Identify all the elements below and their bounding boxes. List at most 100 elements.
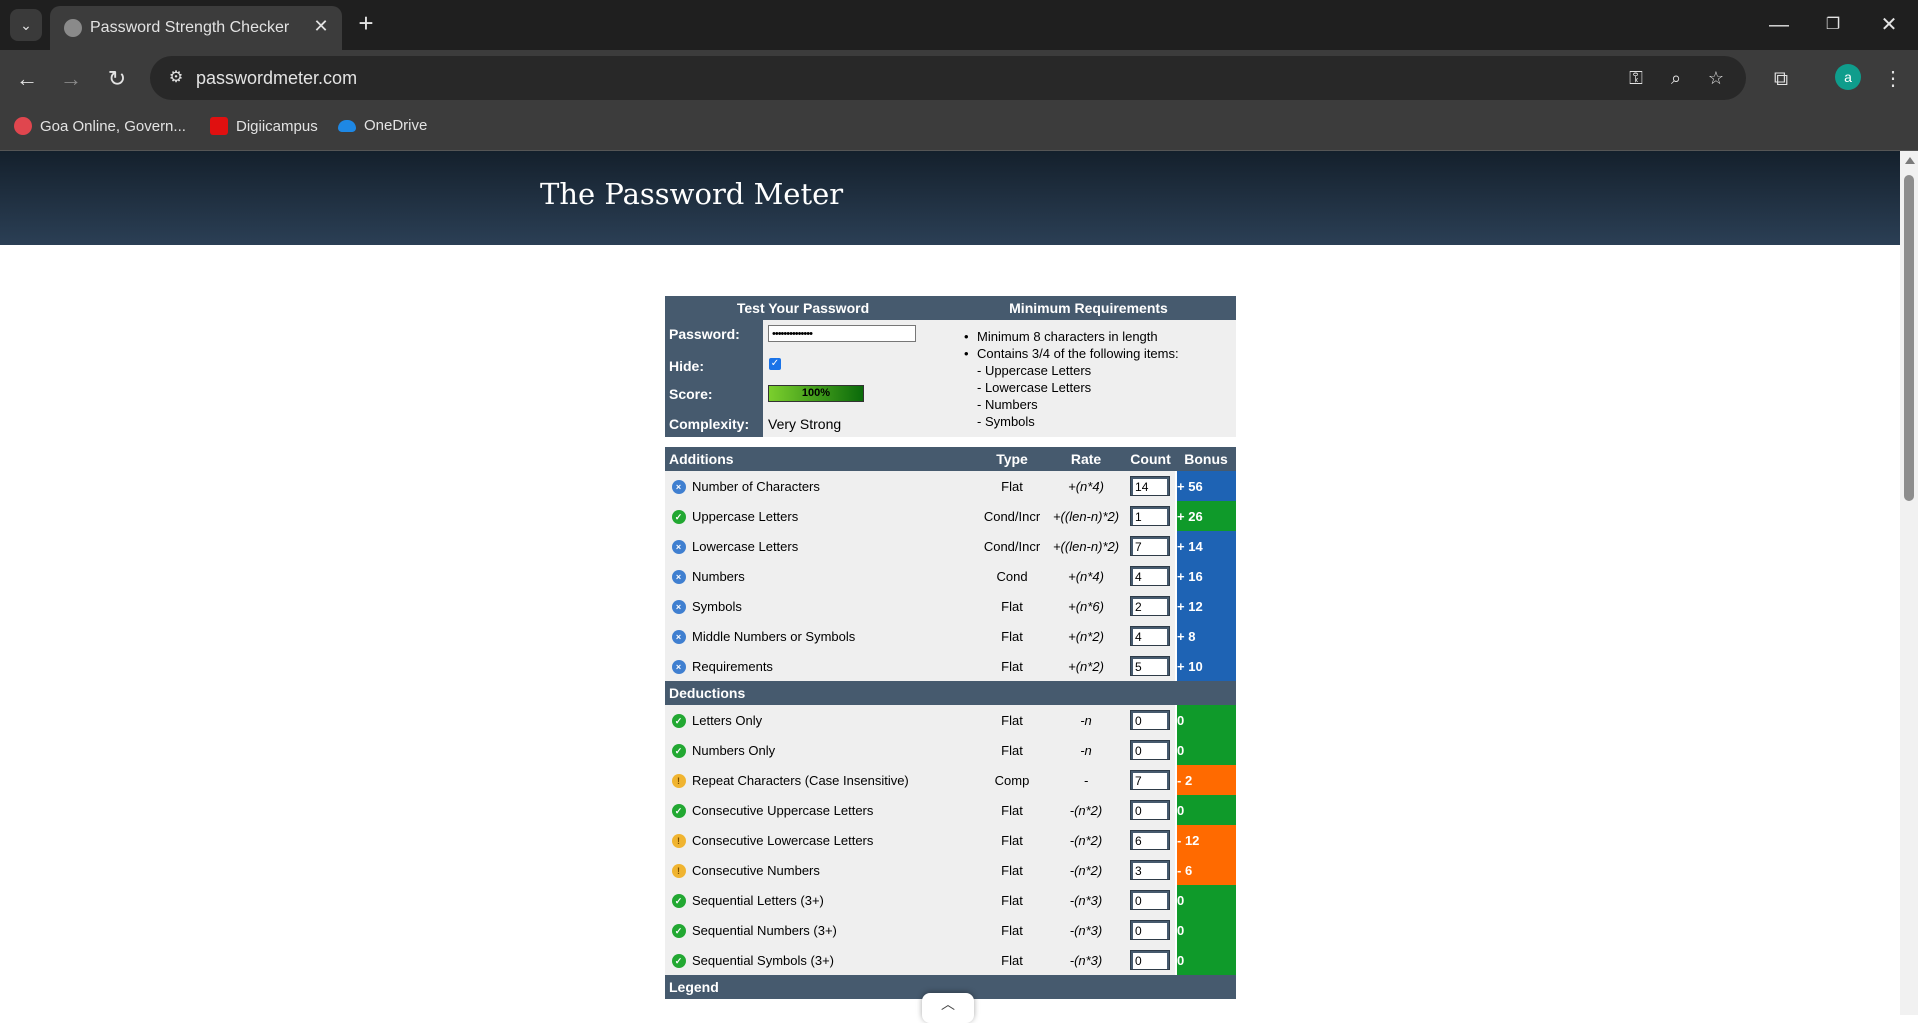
vertical-scrollbar[interactable] (1900, 151, 1918, 1015)
column-bonus: Bonus (1176, 447, 1237, 471)
row-name: Repeat Characters (Case Insensitive) (692, 765, 977, 795)
password-label: Password: (669, 326, 740, 342)
forward-button[interactable]: → (54, 62, 88, 96)
back-button[interactable]: ← (10, 62, 44, 96)
row-name: Symbols (692, 591, 978, 621)
count-value: 0 (1133, 953, 1167, 969)
count-cell: 0 (1125, 795, 1176, 825)
count-cell: 0 (1125, 915, 1176, 945)
additions-header-row: Additions Type Rate Count Bonus (665, 447, 1237, 471)
requirements-list: Minimum 8 characters in length Contains … (961, 328, 1179, 430)
bookmark-digiicampus[interactable]: Digiicampus (210, 117, 318, 135)
avatar[interactable]: a (1835, 64, 1861, 90)
minimize-button[interactable]: — (1756, 8, 1802, 42)
table-row: ✓ Sequential Letters (3+) Flat -(n*3) 0 0 (665, 885, 1237, 915)
check-icon: ✓ (671, 713, 686, 728)
menu-icon[interactable]: ⋮ (1876, 62, 1910, 96)
count-cell: 0 (1125, 945, 1176, 975)
row-rate: -(n*3) (1047, 885, 1125, 915)
row-rate: +(n*4) (1047, 471, 1126, 501)
count-cell: 0 (1125, 705, 1176, 735)
row-rate: +((len-n)*2) (1047, 501, 1126, 531)
key-icon[interactable]: ⚿ (1622, 64, 1650, 92)
warn-icon: ! (671, 773, 686, 788)
zoom-icon[interactable]: ⌕ (1662, 64, 1690, 92)
column-type: Type (977, 447, 1048, 471)
tab-search-button[interactable]: ⌄ (10, 9, 42, 41)
active-tab[interactable]: Password Strength Checker ✕ (50, 6, 342, 50)
tab-title: Password Strength Checker (90, 19, 290, 36)
reload-button[interactable]: ↻ (100, 62, 134, 96)
table-row: ! Consecutive Lowercase Letters Flat -(n*2)… (665, 825, 1237, 855)
status-cell: × (665, 471, 692, 501)
extensions-icon[interactable]: ⧉ (1764, 62, 1798, 96)
close-tab-icon[interactable]: ✕ (310, 16, 332, 37)
row-type: Flat (977, 591, 1048, 621)
row-rate: -(n*2) (1047, 855, 1125, 885)
bookmark-onedrive[interactable]: OneDrive (338, 117, 427, 134)
row-type: Flat (977, 915, 1047, 945)
requirement-subitem: - Uppercase Letters (977, 363, 1092, 378)
password-meter: Test Your Password Minimum Requirements … (665, 296, 1237, 999)
count-value: 0 (1133, 893, 1167, 909)
row-rate: -n (1047, 705, 1125, 735)
row-name: Consecutive Uppercase Letters (692, 795, 977, 825)
password-input[interactable]: •••••••••••••• (768, 325, 916, 342)
bonus-cell: + 14 (1175, 531, 1237, 561)
site-info-icon[interactable]: ⚙ (162, 64, 190, 92)
count-box: 5 (1130, 656, 1171, 676)
star-icon[interactable]: ☆ (1702, 64, 1730, 92)
page-title: The Password Meter (540, 177, 844, 211)
status-cell: × (665, 531, 692, 561)
requirement-subitem: - Lowercase Letters (977, 380, 1092, 395)
count-value: 7 (1133, 773, 1167, 789)
restore-button[interactable]: ❐ (1810, 8, 1856, 42)
test-header: Test Your Password (665, 296, 941, 320)
scrollbar-thumb[interactable] (1904, 175, 1914, 501)
row-type: Comp (977, 765, 1047, 795)
hide-checkbox[interactable]: ✓ (769, 358, 781, 370)
bookmark-goa-online[interactable]: Goa Online, Govern... (14, 117, 186, 135)
table-row: ✓ Uppercase Letters Cond/Incr +((len-n)*2) 1… (665, 501, 1237, 531)
row-name: Sequential Letters (3+) (692, 885, 977, 915)
count-box: 14 (1130, 476, 1171, 496)
url-text[interactable]: passwordmeter.com (196, 68, 357, 89)
count-value: 0 (1133, 743, 1167, 759)
count-value: 4 (1133, 629, 1168, 645)
new-tab-button[interactable]: + (352, 10, 380, 38)
count-box: 4 (1130, 566, 1171, 586)
row-rate: -(n*3) (1047, 945, 1125, 975)
status-cell: ✓ (665, 915, 692, 945)
additions-table: Additions Type Rate Count Bonus × Number … (665, 447, 1237, 681)
row-name: Consecutive Lowercase Letters (692, 825, 977, 855)
count-cell: 0 (1125, 735, 1176, 765)
cross-icon: × (671, 569, 686, 584)
count-cell: 6 (1125, 825, 1176, 855)
count-cell: 14 (1125, 471, 1177, 501)
deductions-header: Deductions (665, 681, 1237, 705)
status-cell: × (665, 651, 692, 681)
row-type: Cond/Incr (977, 501, 1048, 531)
row-rate: -(n*3) (1047, 915, 1125, 945)
address-bar[interactable]: ⚙ passwordmeter.com ⚿ ⌕ ☆ (150, 56, 1746, 100)
deductions-header-row: Deductions (665, 681, 1237, 705)
count-cell: 7 (1125, 531, 1177, 561)
complexity-value: Very Strong (768, 416, 842, 432)
row-type: Flat (977, 651, 1048, 681)
site-header: The Password Meter (0, 151, 1900, 245)
count-cell: 3 (1125, 855, 1176, 885)
count-value: 0 (1133, 803, 1167, 819)
close-window-button[interactable]: ✕ (1866, 8, 1912, 42)
scroll-to-top-button[interactable]: ︿ (922, 993, 974, 1023)
chevron-up-icon: ︿ (941, 996, 955, 1012)
cross-icon: × (671, 539, 686, 554)
count-value: 2 (1133, 599, 1168, 615)
table-row: × Symbols Flat +(n*6) 2 + 12 (665, 591, 1237, 621)
row-rate: -n (1047, 735, 1125, 765)
count-value: 6 (1133, 833, 1167, 849)
table-row: ✓ Sequential Numbers (3+) Flat -(n*3) 0 0 (665, 915, 1237, 945)
row-type: Flat (977, 735, 1047, 765)
count-box: 4 (1130, 626, 1171, 646)
scroll-up-arrow-icon[interactable] (1905, 157, 1915, 164)
row-type: Flat (977, 825, 1047, 855)
